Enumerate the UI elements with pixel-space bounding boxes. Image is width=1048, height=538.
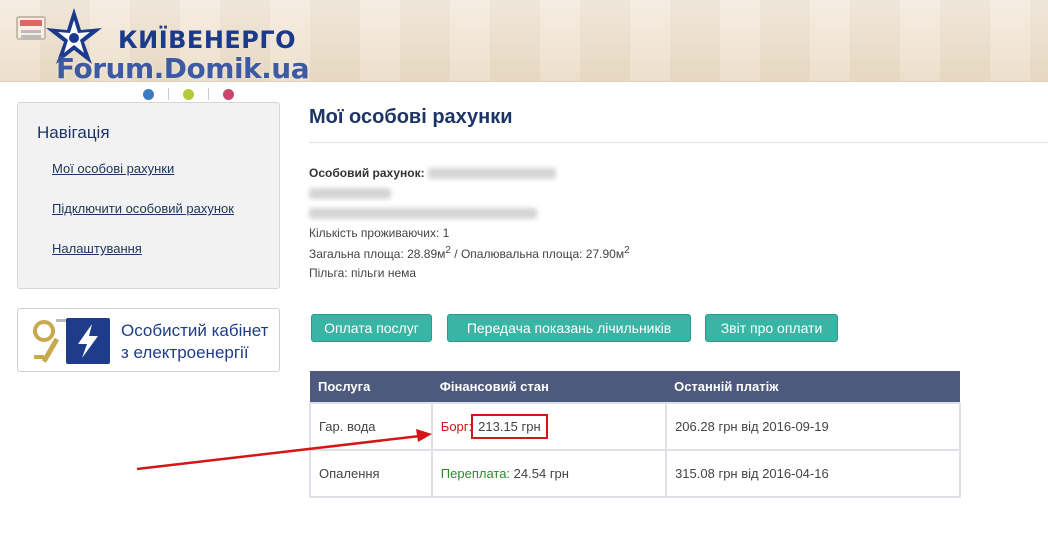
electricity-cabinet-banner[interactable]: Особистий кабінет з електроенергії bbox=[17, 308, 280, 372]
services-table: Послуга Фінансовий стан Останній платіж … bbox=[309, 371, 961, 498]
column-header: Останній платіж bbox=[666, 371, 960, 403]
redacted-account-number bbox=[427, 168, 556, 180]
lightning-bolt-icon bbox=[66, 318, 110, 364]
highlighted-debt-amount: 213.15 грн bbox=[471, 414, 548, 439]
forum-watermark: Forum.Domik.ua bbox=[56, 52, 310, 82]
redacted-owner bbox=[309, 188, 391, 200]
area-unit-sup: 2 bbox=[624, 245, 630, 256]
redacted-owner-row bbox=[309, 186, 391, 200]
cabinet-text: Особистий кабінет з електроенергії bbox=[121, 320, 279, 364]
debt-label: Борг: bbox=[440, 419, 473, 434]
table-row: Гар. вода Борг: 213.15 грн 206.28 грн від… bbox=[309, 402, 961, 451]
navigation-panel: Навігація Мої особові рахунки Підключити… bbox=[17, 102, 280, 289]
column-header: Фінансовий стан bbox=[431, 371, 667, 403]
redacted-address bbox=[309, 208, 537, 220]
account-label: Особовий рахунок: bbox=[309, 166, 425, 180]
residents-count: Кількість проживаючих: 1 bbox=[309, 226, 450, 240]
last-payment-cell: 206.28 грн від 2016-09-19 bbox=[665, 402, 961, 451]
account-number-row: Особовий рахунок: bbox=[309, 166, 556, 180]
title-divider bbox=[309, 142, 1048, 143]
pay-services-button[interactable]: Оплата послуг bbox=[311, 314, 432, 342]
nav-link-settings[interactable]: Налаштування bbox=[52, 241, 142, 256]
nav-link-connect-account[interactable]: Підключити особовий рахунок bbox=[52, 201, 234, 216]
dot-blue bbox=[143, 88, 154, 100]
last-payment-cell: 315.08 грн від 2016-04-16 bbox=[665, 449, 961, 498]
color-dots bbox=[143, 88, 234, 100]
table-row: Опалення Переплата: 24.54 грн 315.08 грн… bbox=[309, 449, 961, 498]
status-cell: Переплата: 24.54 грн bbox=[430, 449, 668, 498]
navigation-title: Навігація bbox=[37, 123, 110, 142]
column-header: Послуга bbox=[310, 371, 432, 403]
benefit-info: Пільга: пільги нема bbox=[309, 266, 417, 280]
page-title: Мої особові рахунки bbox=[309, 106, 513, 128]
table-header-row: Послуга Фінансовий стан Останній платіж bbox=[310, 371, 960, 403]
dot-red bbox=[223, 88, 234, 100]
dot-separator bbox=[168, 88, 169, 100]
site-header: КИЇВЕНЕРГО Forum.Domik.ua bbox=[0, 0, 1048, 82]
area-info: Загальна площа: 28.89м 2 / Опалювальна пл… bbox=[309, 245, 630, 261]
status-cell: Борг: 213.15 грн bbox=[430, 402, 668, 451]
service-cell: Гар. вода bbox=[309, 402, 433, 451]
submit-meter-readings-button[interactable]: Передача показань лічильників bbox=[447, 314, 691, 342]
cabinet-line-1: Особистий кабінет bbox=[121, 321, 269, 340]
brand-name: КИЇВЕНЕРГО bbox=[118, 26, 297, 54]
area-total: Загальна площа: 28.89м bbox=[309, 247, 446, 261]
overpayment-amount: 24.54 грн bbox=[513, 466, 569, 481]
nav-link-my-accounts[interactable]: Мої особові рахунки bbox=[52, 161, 174, 176]
area-heated: / Опалювальна площа: 27.90м bbox=[450, 247, 625, 261]
redacted-address-row bbox=[309, 206, 537, 220]
dot-separator bbox=[208, 88, 209, 100]
dot-green bbox=[183, 88, 194, 100]
payment-report-button[interactable]: Звіт про оплати bbox=[705, 314, 838, 342]
cabinet-line-2: з електроенергії bbox=[121, 343, 249, 362]
service-cell: Опалення bbox=[309, 449, 433, 498]
overpayment-label: Переплата: bbox=[440, 466, 511, 481]
